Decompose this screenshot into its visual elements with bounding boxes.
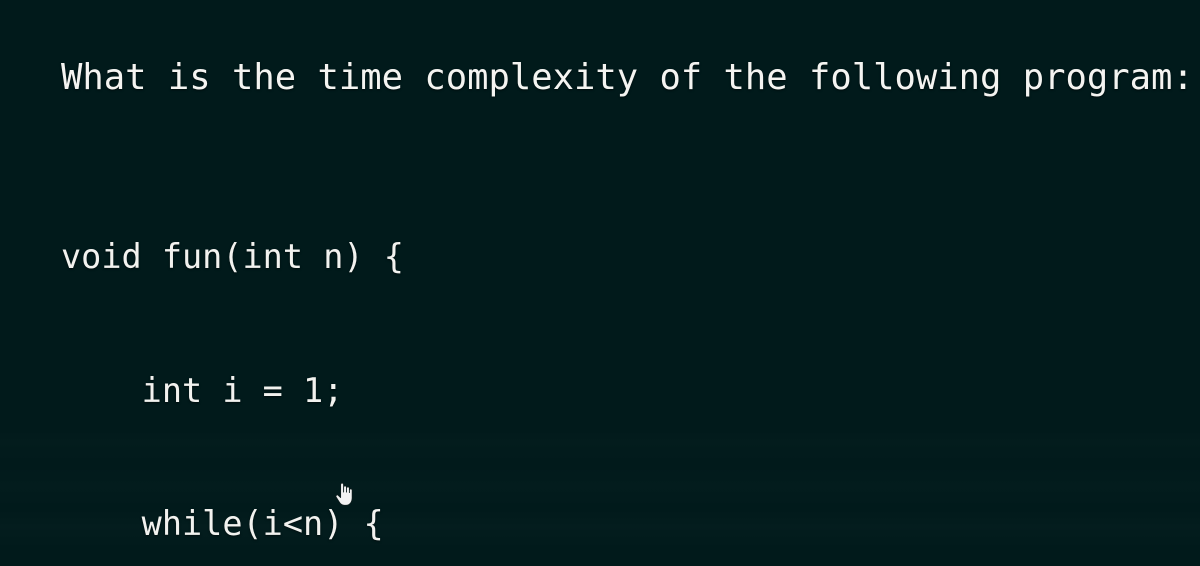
code-line: while(i<n) { xyxy=(61,504,384,543)
slide-canvas: What is the time complexity of the follo… xyxy=(0,0,1200,566)
code-block: void fun(int n) { int i = 1; while(i<n) … xyxy=(61,146,464,566)
code-line: void fun(int n) { xyxy=(61,237,404,276)
question-prompt: What is the time complexity of the follo… xyxy=(61,57,1194,98)
code-line: int i = 1; xyxy=(61,370,344,410)
